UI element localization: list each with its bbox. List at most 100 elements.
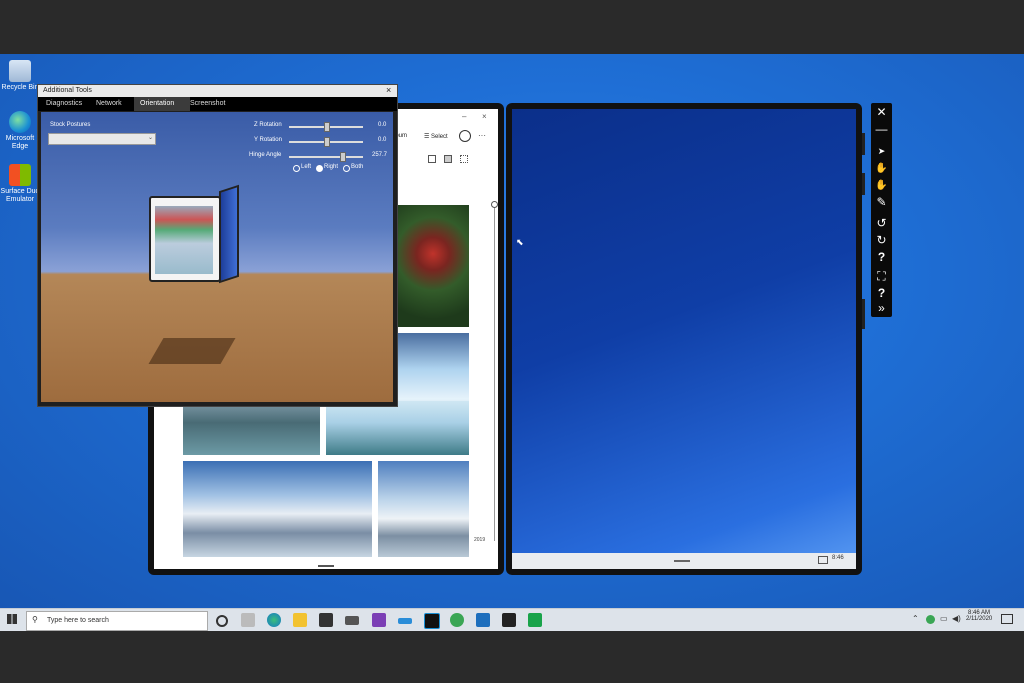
rotate-left-icon[interactable]: ↺ xyxy=(873,215,890,232)
stock-postures-dropdown[interactable]: ⌄ xyxy=(48,133,156,145)
hand-icon[interactable]: ✋ xyxy=(873,160,890,177)
taskbar-search[interactable]: ⚲ Type here to search xyxy=(26,611,208,631)
radio-right-label: Right xyxy=(324,164,339,170)
orientation-3d-view[interactable]: Stock Postures ⌄ Z Rotation 0.0 Y Rotati… xyxy=(41,112,393,402)
pointer-icon[interactable]: ➤ xyxy=(873,143,890,160)
device-model-right-pane xyxy=(219,184,239,284)
view-small-icon[interactable] xyxy=(428,155,436,163)
gesture-bar-right xyxy=(674,560,690,562)
view-large-icon[interactable] xyxy=(460,155,468,163)
side-button-3 xyxy=(862,299,865,329)
store-icon[interactable] xyxy=(319,613,333,627)
select-label: Select xyxy=(431,134,448,140)
y-rotation-label: Y Rotation xyxy=(254,137,282,143)
multi-touch-icon[interactable]: ✋ xyxy=(873,177,890,194)
duo-right-screen: ⬉ 8:46 xyxy=(506,103,865,575)
visual-studio-icon[interactable] xyxy=(372,613,386,627)
volume-icon[interactable]: ◀) xyxy=(952,614,961,623)
window-close-button[interactable]: × xyxy=(482,112,487,121)
hinge-angle-value: 257.7 xyxy=(372,152,388,158)
close-icon[interactable]: ✕ xyxy=(873,104,890,121)
device-model-left-pane xyxy=(149,196,221,282)
notifications-icon[interactable] xyxy=(1001,614,1013,624)
radio-left[interactable] xyxy=(293,165,300,172)
edge-label: Microsoft Edge xyxy=(5,135,35,150)
pen-icon[interactable]: ✎ xyxy=(873,194,890,211)
view-medium-icon[interactable] xyxy=(444,155,452,163)
device-model-thumbnail xyxy=(155,206,213,274)
z-rotation-thumb[interactable] xyxy=(324,122,330,132)
tab-network[interactable]: Network xyxy=(90,97,128,111)
azure-icon[interactable] xyxy=(398,618,412,624)
windows-logo-icon xyxy=(9,164,31,186)
clock[interactable]: 8:46 AM 2/11/2020 xyxy=(966,610,992,622)
desktop: Recycle Bin Microsoft Edge Surface Duo E… xyxy=(0,54,1024,608)
recycle-bin-shortcut[interactable]: Recycle Bin xyxy=(0,60,40,92)
edge-shortcut[interactable]: Microsoft Edge xyxy=(0,111,40,151)
mouse-cursor-icon: ⬉ xyxy=(516,237,524,247)
search-placeholder: Type here to search xyxy=(47,617,109,624)
y-rotation-thumb[interactable] xyxy=(324,137,330,147)
emulator-toolbar: ✕ — ➤ ✋ ✋ ✎ ↺ ↻ ? ⛶ ? » xyxy=(871,103,892,317)
status-time: 8:46 xyxy=(832,555,844,561)
right-screen-wallpaper[interactable]: ⬉ 8:46 xyxy=(512,109,856,569)
help-icon[interactable]: ? xyxy=(873,249,890,266)
surface-duo-label: Surface Duo Emulator xyxy=(0,188,40,203)
stock-postures-label: Stock Postures xyxy=(50,122,91,128)
photo-red-flowers[interactable] xyxy=(397,205,469,327)
tools-close-button[interactable]: × xyxy=(386,85,391,95)
tab-orientation[interactable]: Orientation xyxy=(134,97,190,111)
widgets-icon[interactable] xyxy=(241,613,255,627)
app-taskbar-icon[interactable] xyxy=(528,613,542,627)
taskbar: ⚲ Type here to search ⌃ ▭ ◀) 8:46 AM 2/1… xyxy=(0,608,1024,631)
tools-title: Additional Tools xyxy=(43,87,92,94)
minimize-icon[interactable]: — xyxy=(873,121,890,138)
recycle-bin-icon xyxy=(9,60,31,82)
android-icon[interactable] xyxy=(450,613,464,627)
tray-app-icon[interactable] xyxy=(926,615,935,624)
start-windows-icon[interactable] xyxy=(7,614,17,624)
battery-icon xyxy=(818,556,828,564)
edge-icon xyxy=(9,111,31,133)
radio-both-label: Both xyxy=(351,164,364,170)
expand-icon[interactable]: » xyxy=(873,300,890,317)
hinge-angle-label: Hinge Angle xyxy=(249,152,282,158)
scrollbar-thumb[interactable] xyxy=(491,201,498,208)
z-rotation-value: 0.0 xyxy=(378,122,387,128)
screenshot-icon[interactable]: ⛶ xyxy=(873,268,890,285)
file-explorer-icon[interactable] xyxy=(293,613,307,627)
surface-duo-emulator-shortcut[interactable]: Surface Duo Emulator xyxy=(0,164,40,204)
chevron-up-icon[interactable]: ⌃ xyxy=(912,614,919,623)
hinge-angle-thumb[interactable] xyxy=(340,152,346,162)
radio-right[interactable] xyxy=(316,165,323,172)
network-icon[interactable]: ▭ xyxy=(940,614,948,623)
edge-taskbar-icon[interactable] xyxy=(267,613,281,627)
search-icon: ⚲ xyxy=(32,615,38,624)
console-icon[interactable] xyxy=(502,613,516,627)
photo-glacier-water[interactable] xyxy=(326,401,469,455)
tab-screenshot[interactable]: Screenshot xyxy=(184,97,231,111)
terminal-icon[interactable] xyxy=(424,613,440,629)
task-view-icon[interactable] xyxy=(216,615,228,627)
minimize-button[interactable]: – xyxy=(462,112,466,121)
timeline-scrollbar[interactable] xyxy=(494,205,495,541)
emulator-taskbar-icon[interactable] xyxy=(476,613,490,627)
hinge-angle-slider[interactable] xyxy=(289,156,363,158)
photo-lake-cliffs[interactable] xyxy=(183,401,320,455)
tools-titlebar[interactable]: Additional Tools × xyxy=(38,85,397,97)
additional-tools-window: Additional Tools × Diagnostics Network O… xyxy=(37,84,398,407)
clock-date: 2/11/2020 xyxy=(966,616,993,622)
photo-glacier-panorama[interactable] xyxy=(183,461,372,557)
photo-snow-mountains[interactable] xyxy=(378,461,469,557)
mail-icon[interactable] xyxy=(345,616,359,625)
device-model-shadow xyxy=(148,338,236,364)
tab-diagnostics[interactable]: Diagnostics xyxy=(40,97,88,111)
avatar[interactable] xyxy=(459,130,471,142)
rotate-right-icon[interactable]: ↻ xyxy=(873,232,890,249)
more-button[interactable]: ··· xyxy=(478,131,486,140)
radio-both[interactable] xyxy=(343,165,350,172)
select-icon: ☰ xyxy=(424,134,432,140)
side-button-1 xyxy=(862,133,865,155)
year-label: 2019 xyxy=(474,537,486,543)
select-button[interactable]: ☰ Select xyxy=(424,133,448,140)
